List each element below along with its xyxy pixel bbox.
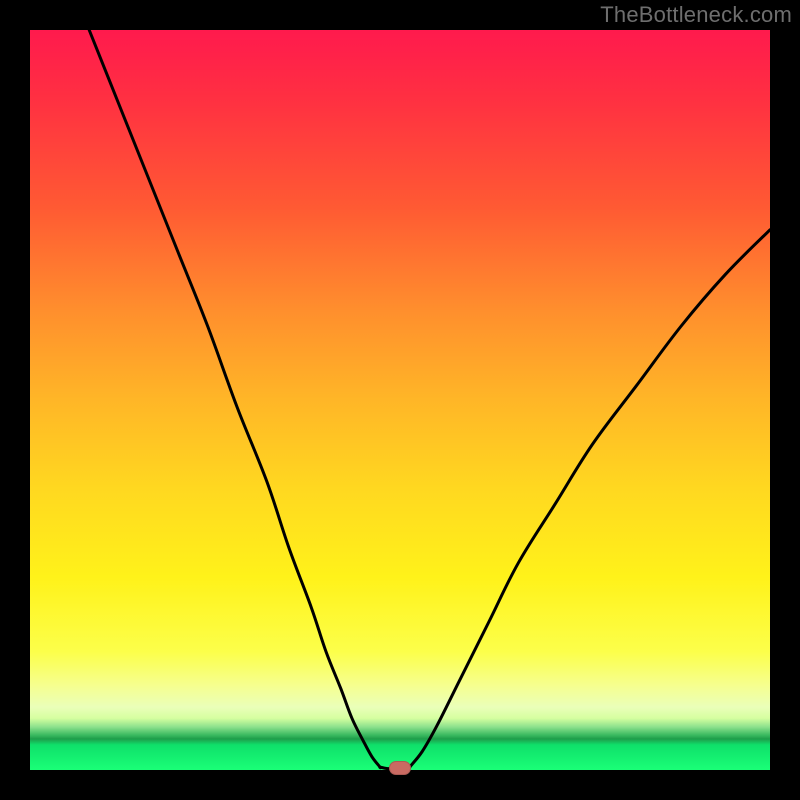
chart-frame: TheBottleneck.com: [0, 0, 800, 800]
bottleneck-curve-path: [89, 30, 770, 769]
bottleneck-curve: [30, 30, 770, 770]
watermark-text: TheBottleneck.com: [600, 2, 792, 28]
optimum-marker: [389, 761, 411, 775]
